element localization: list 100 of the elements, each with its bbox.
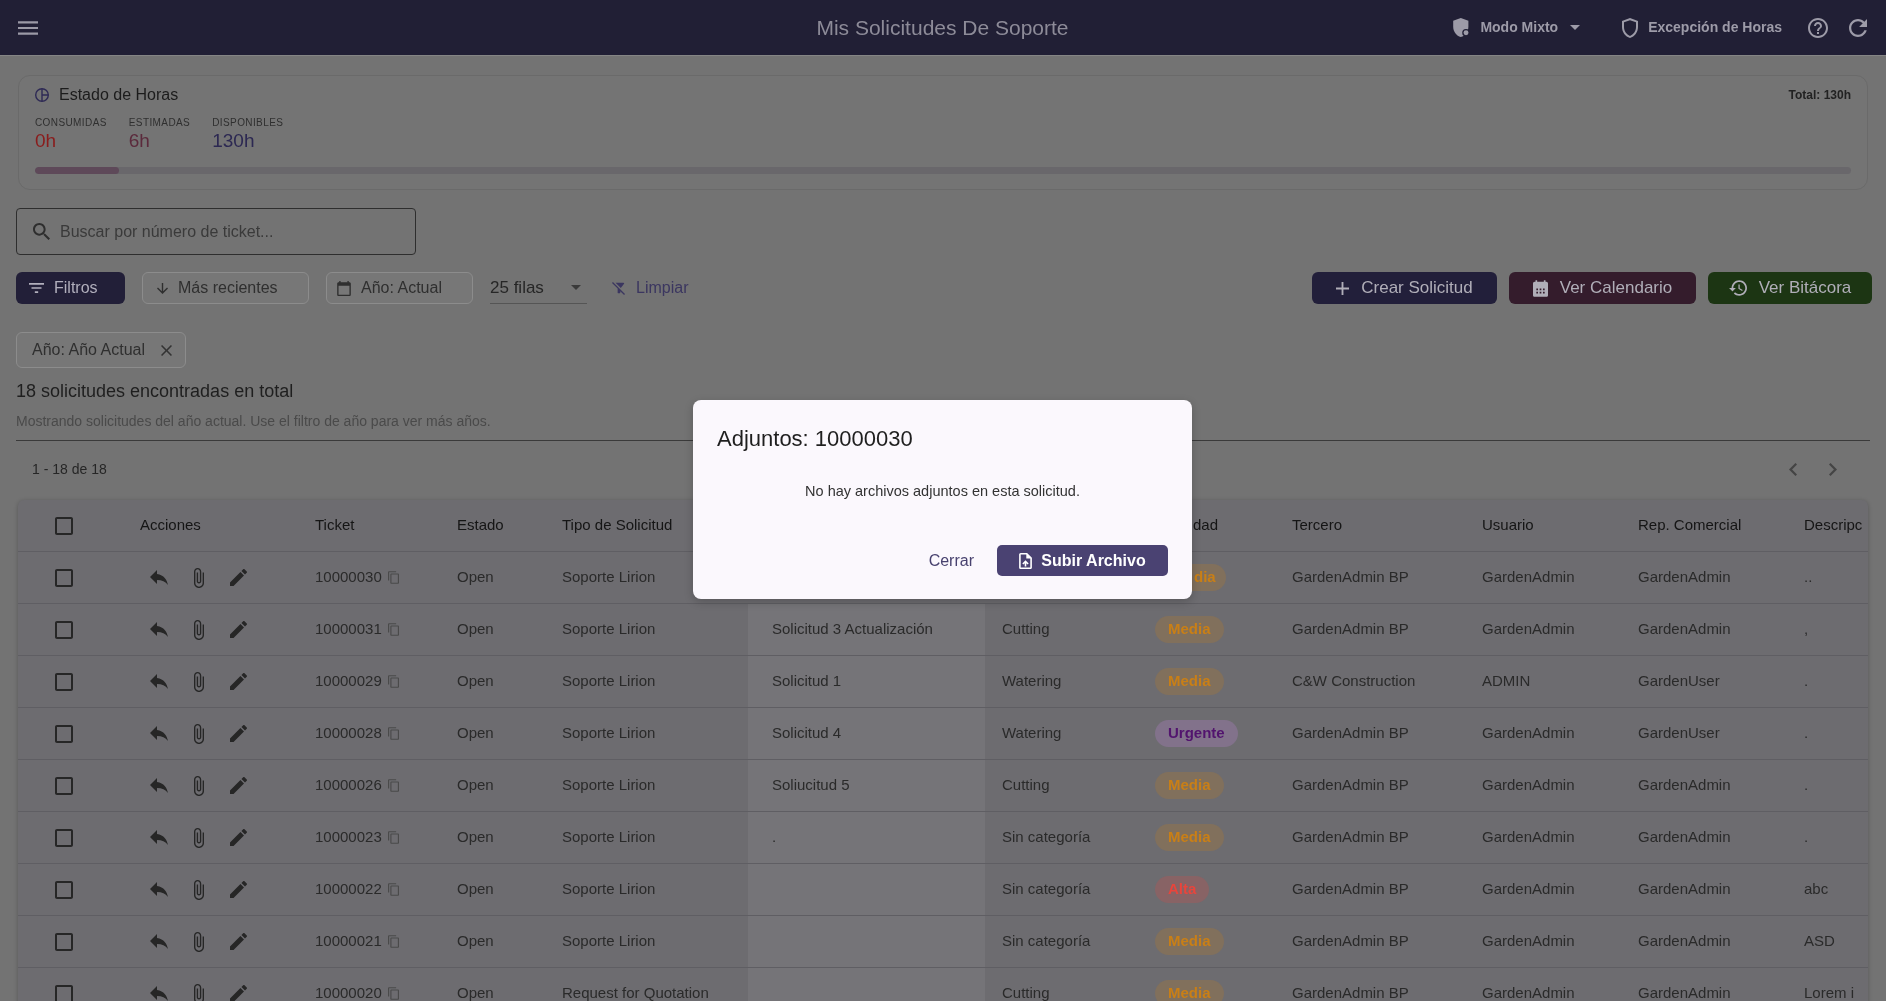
reply-icon[interactable] xyxy=(150,622,168,637)
reply-icon[interactable] xyxy=(150,882,168,897)
ticket-number: 10000028 xyxy=(315,723,382,744)
reply-icon[interactable] xyxy=(150,986,168,1001)
table-cell-text: GardenAdmin xyxy=(1638,983,1731,1001)
paperclip-icon[interactable] xyxy=(194,671,204,692)
paperclip-icon[interactable] xyxy=(194,723,204,744)
pencil-icon[interactable] xyxy=(230,777,247,794)
paperclip-icon[interactable] xyxy=(194,567,204,588)
copy-icon[interactable] xyxy=(387,831,399,844)
row-checkbox[interactable] xyxy=(55,724,73,743)
table-cell: . xyxy=(748,812,985,863)
table-cell-text: GardenAdmin BP xyxy=(1292,723,1409,744)
stat-value: 130h xyxy=(212,130,256,152)
pencil-icon[interactable] xyxy=(230,725,247,742)
table-cell-text: GardenAdmin xyxy=(1482,879,1575,900)
stat-label: DISPONIBLES xyxy=(212,117,284,128)
shield-icon xyxy=(1453,18,1471,37)
row-checkbox[interactable] xyxy=(55,984,73,1001)
refresh-icon[interactable] xyxy=(1849,18,1867,37)
close-button[interactable]: Cerrar xyxy=(918,545,984,576)
reply-icon[interactable] xyxy=(150,726,168,741)
close-icon[interactable] xyxy=(161,344,172,356)
copy-icon[interactable] xyxy=(387,987,399,1000)
copy-icon[interactable] xyxy=(387,883,399,896)
row-checkbox[interactable] xyxy=(55,880,73,899)
menu-icon[interactable] xyxy=(18,20,38,35)
row-checkbox[interactable] xyxy=(55,568,73,587)
hours-exception-button[interactable]: Excepción de Horas xyxy=(1622,17,1782,38)
table-cell-text: Soporte Lirion xyxy=(562,879,656,900)
column-header: Estado xyxy=(457,515,504,536)
chevron-right-icon[interactable] xyxy=(1829,462,1837,476)
table-cell-text: GardenAdmin xyxy=(1638,879,1731,900)
row-checkbox[interactable] xyxy=(55,776,73,795)
table-cell-text: Open xyxy=(457,879,494,900)
help-icon[interactable] xyxy=(1808,17,1828,38)
file-upload-icon xyxy=(1019,552,1033,569)
stat-value: 6h xyxy=(128,130,151,152)
pencil-icon[interactable] xyxy=(230,621,247,638)
filter-off-icon xyxy=(612,281,625,295)
paperclip-icon[interactable] xyxy=(194,775,204,796)
history-icon xyxy=(1728,280,1747,296)
select-all-checkbox[interactable] xyxy=(55,516,73,535)
chevron-left-icon[interactable] xyxy=(1789,462,1797,476)
paperclip-icon[interactable] xyxy=(194,619,204,640)
table-cell-text: . xyxy=(1804,671,1809,692)
pencil-icon[interactable] xyxy=(230,881,247,898)
filters-button[interactable]: Filtros xyxy=(16,272,125,304)
paperclip-icon[interactable] xyxy=(194,879,204,900)
stat-label: ESTIMADAS xyxy=(128,117,191,128)
priority-tag: Media xyxy=(1155,772,1224,799)
copy-icon[interactable] xyxy=(387,935,399,948)
row-checkbox[interactable] xyxy=(55,672,73,691)
paperclip-icon[interactable] xyxy=(194,827,204,848)
table-cell-text: .. xyxy=(1804,567,1813,588)
table-cell-text: ADMIN xyxy=(1482,671,1531,692)
paperclip-icon[interactable] xyxy=(194,983,204,1001)
filter-chip[interactable]: Año: Año Actual xyxy=(16,332,186,368)
paperclip-icon[interactable] xyxy=(194,931,204,952)
pencil-icon[interactable] xyxy=(230,673,247,690)
table-cell-text: GardenAdmin xyxy=(1482,723,1575,744)
calendar-icon xyxy=(337,280,351,296)
year-filter-button[interactable]: Año: Actual xyxy=(326,272,473,304)
search-field[interactable]: Buscar por número de ticket... xyxy=(16,208,416,255)
upload-button[interactable]: Subir Archivo xyxy=(997,545,1168,576)
reply-icon[interactable] xyxy=(150,934,168,949)
reply-icon[interactable] xyxy=(150,570,168,585)
table-cell-text: Soporte Lirion xyxy=(562,619,656,640)
table-cell-text: Open xyxy=(457,827,494,848)
mode-dropdown[interactable]: Modo Mixto xyxy=(1453,17,1581,38)
calendar-button[interactable]: Ver Calendario xyxy=(1509,272,1696,304)
caret-icon xyxy=(571,285,581,290)
copy-icon[interactable] xyxy=(387,623,399,636)
create-request-button[interactable]: Crear Solicitud xyxy=(1312,272,1497,304)
table-cell-text: Sin categoría xyxy=(1002,879,1091,900)
log-button[interactable]: Ver Bitácora xyxy=(1708,272,1872,304)
reply-icon[interactable] xyxy=(150,674,168,689)
copy-icon[interactable] xyxy=(387,571,399,584)
table-cell-text: GardenAdmin xyxy=(1482,983,1575,1001)
pencil-icon[interactable] xyxy=(230,829,247,846)
table-cell-text: GardenAdmin xyxy=(1482,619,1575,640)
table-cell: Solicitud 3 Actualización xyxy=(748,604,985,655)
copy-icon[interactable] xyxy=(387,675,399,688)
priority-tag: dia xyxy=(1192,564,1226,591)
pencil-icon[interactable] xyxy=(230,985,247,1001)
table-cell-text: Request for Quotation xyxy=(562,983,709,1001)
row-checkbox[interactable] xyxy=(55,620,73,639)
pencil-icon[interactable] xyxy=(230,933,247,950)
sort-button[interactable]: Más recientes xyxy=(142,272,309,304)
copy-icon[interactable] xyxy=(387,727,399,740)
reply-icon[interactable] xyxy=(150,830,168,845)
rows-select[interactable]: 25 filas xyxy=(490,272,587,304)
copy-icon[interactable] xyxy=(387,779,399,792)
table-cell-text: , xyxy=(1804,619,1809,640)
priority-tag: Alta xyxy=(1155,876,1210,903)
pencil-icon[interactable] xyxy=(230,569,247,586)
table-cell-text: GardenAdmin BP xyxy=(1292,567,1409,588)
row-checkbox[interactable] xyxy=(55,932,73,951)
reply-icon[interactable] xyxy=(150,778,168,793)
row-checkbox[interactable] xyxy=(55,828,73,847)
